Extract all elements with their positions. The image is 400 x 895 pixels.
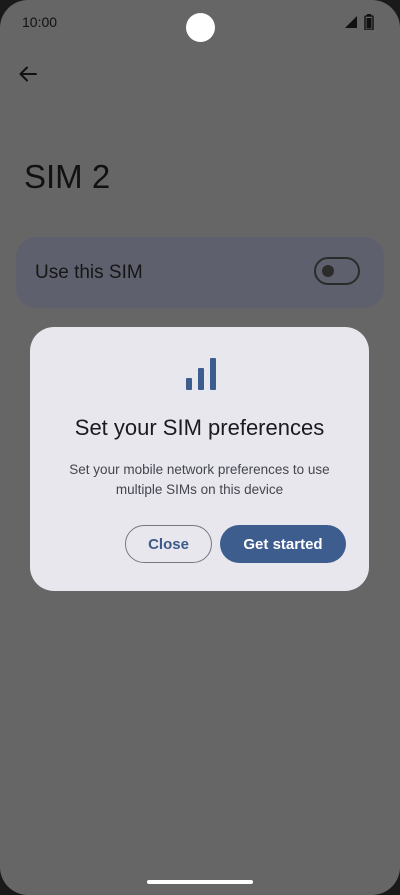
dialog-title: Set your SIM preferences [74,415,325,440]
back-button[interactable] [12,58,44,90]
page-title: SIM 2 [24,158,111,195]
use-sim-setting-row[interactable]: Use this SIM [16,237,384,308]
phone-screen: 10:00 SIM 2 Use this SIM Set your SIM pr… [0,0,400,895]
close-button[interactable]: Close [125,525,212,563]
get-started-button[interactable]: Get started [220,525,346,563]
home-indicator[interactable] [147,880,253,884]
battery-icon [364,14,374,30]
use-sim-toggle[interactable] [314,257,360,285]
status-bar: 10:00 [0,0,400,44]
arrow-left-icon [19,66,37,82]
camera-cutout [186,13,215,42]
signal-bars-icon [186,358,216,390]
use-sim-label: Use this SIM [35,262,143,283]
dialog-message: Set your mobile network preferences to u… [69,462,330,497]
status-time: 10:00 [22,14,58,30]
signal-icon [345,16,357,28]
toggle-knob [322,265,334,277]
sim-preferences-dialog: Set your SIM preferences Set your mobile… [30,327,369,591]
